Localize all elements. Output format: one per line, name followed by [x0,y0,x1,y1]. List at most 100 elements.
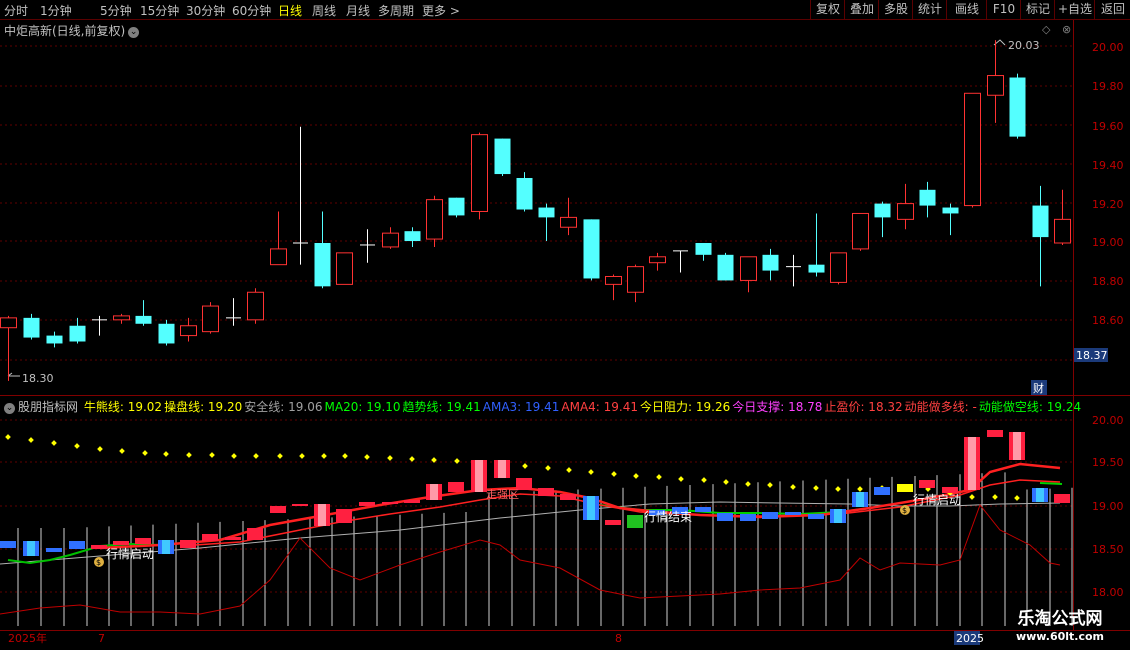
candlestick [158,319,175,346]
candlestick [1054,189,1071,245]
price-tick-label: 19.20 [1092,198,1124,211]
trend-line-green [1039,482,1063,485]
resistance-dot [97,446,103,452]
collapse-icon[interactable]: ◇ [1042,23,1051,36]
candlestick [135,300,152,326]
candlestick [919,181,936,218]
signal-label: 行情启动 [913,493,961,507]
price-tick-label: 19.60 [1092,120,1124,133]
resistance-dot [364,454,370,460]
resistance-dot [51,440,57,446]
stock-title-text: 中炬高新(日线,前复权) [4,24,126,38]
price-tick-label: 20.00 [1092,41,1124,54]
indicator-bar [695,507,711,512]
indicator-bar [46,548,62,552]
candlestick [46,331,63,348]
indicator-value: AMA4: 19.41 [561,400,639,414]
candlestick [360,229,375,263]
resistance-dot [656,474,662,480]
resistance-dot [857,486,863,492]
resistance-dot [1014,495,1020,501]
indicator-bar [23,541,39,556]
indicator-bar [785,512,801,515]
resistance-dot [723,479,729,485]
resistance-dot [142,450,148,456]
candlestick [180,317,197,342]
indicator-value: 安全线: 19.06 [244,400,323,414]
indicator-tick-label: 18.00 [1092,586,1124,599]
indicator-bar [874,487,890,495]
candlestick [92,315,107,336]
indicator-bar [740,514,756,521]
stop-profit-line [0,503,1061,615]
indicator-bar [69,541,85,549]
resistance-dot [163,451,169,457]
candlestick [583,219,600,281]
candlestick [426,195,443,247]
watermark-line1: 乐淘公式网 [1017,609,1103,629]
grid-lines [0,45,1073,593]
resistance-dot [28,437,34,443]
chevron-down-icon[interactable]: ⌄ [128,27,140,38]
current-price-label: 18.37 [1076,349,1108,362]
resistance-dot [701,477,707,483]
indicator-bar [426,484,442,500]
candlestick [1009,73,1026,139]
signal-label: 行情启动 [106,547,154,561]
resistance-dot [74,443,80,449]
indicator-value: 止盈价: 18.32 [824,400,903,414]
indicator-bar [404,500,420,503]
chevron-down-icon[interactable]: ⌄ [4,403,15,414]
candlestick [762,248,779,281]
candlestick [23,313,40,340]
resistance-dot [835,486,841,492]
stock-title: 中炬高新(日线,前复权) ⌄ [4,22,140,39]
candlestick [247,288,264,324]
svg-text:$: $ [96,558,101,567]
indicator-bar [627,515,643,528]
indicator-value: 动能做空线: 19.24 [978,400,1082,414]
candlesticks [0,40,1071,381]
kline-chart-area[interactable]: 20.00 19.80 19.60 19.40 19.20 19.00 18.8… [0,0,1130,650]
candlestick [695,243,712,261]
money-bag-icon: $ [900,505,910,515]
candlestick [404,227,421,247]
indicator-bar [270,506,286,513]
price-tick-label: 19.00 [1092,236,1124,249]
indicator-bar [180,540,196,548]
indicator-bar [852,492,868,507]
date-label: 7 [98,632,105,645]
indicator-bar [1009,432,1025,460]
indicator-bar [830,509,846,523]
indicator-bar [897,484,913,492]
indicator-bar [359,502,375,506]
price-tick-label: 19.40 [1092,159,1124,172]
candlestick [627,264,644,303]
indicator-bar [987,430,1003,437]
candlestick [874,201,891,238]
price-axis: 20.00 19.80 19.60 19.40 19.20 19.00 18.8… [1092,41,1124,327]
resistance-dot [186,452,192,458]
watermark: 乐淘公式网 www.60lt.com [990,608,1130,644]
candlestick [226,298,241,326]
date-label: 8 [615,632,622,645]
close-icon[interactable]: ⊗ [1062,23,1071,36]
resistance-dot [969,494,975,500]
indicator-bar [135,538,151,544]
indicator-bar [382,502,398,504]
indicator-title: 股朋指标网 [18,400,79,414]
resistance-dot [790,484,796,490]
indicator-axis: 20.00 19.50 19.00 18.50 18.00 [1092,414,1124,599]
resistance-dot [566,467,572,473]
indicator-bar [583,496,599,520]
resistance-dot [992,494,998,500]
candlestick [1032,185,1049,287]
indicator-bar [471,460,487,492]
candlestick [942,203,959,236]
date-label: 2025年 [8,631,47,645]
resistance-dot [813,485,819,491]
signal-label: 行情结束 [644,510,692,524]
candlestick [987,40,1004,123]
finance-icon-label: 财 [1033,381,1044,395]
resistance-dot [387,455,393,461]
